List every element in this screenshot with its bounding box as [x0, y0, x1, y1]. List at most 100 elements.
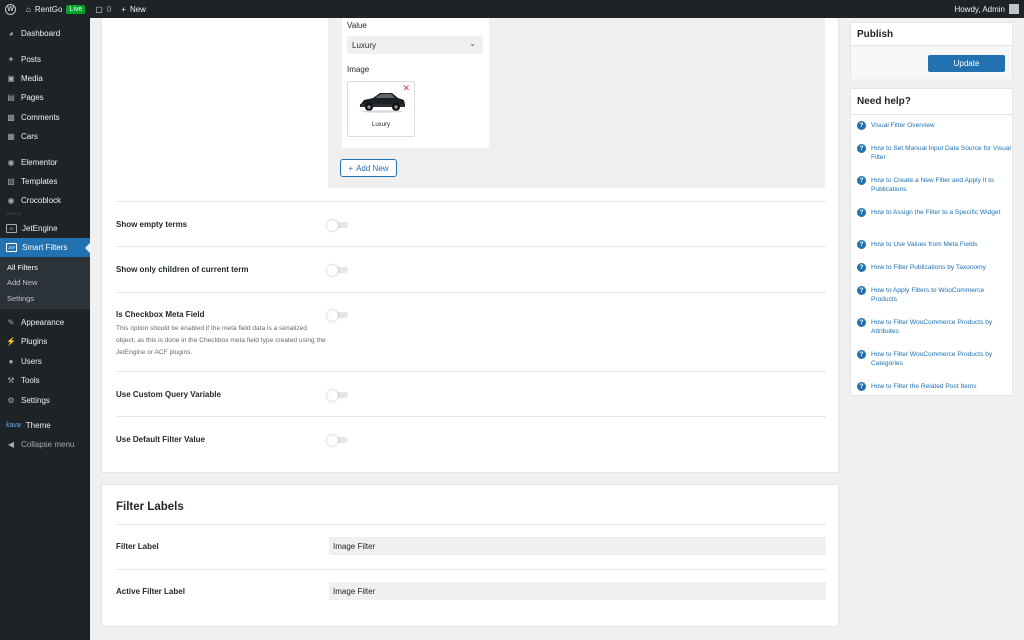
menu-settings[interactable]: ⚙ Settings [0, 390, 90, 409]
menu-label: Crocoblock [21, 196, 62, 206]
help-link-taxonomy[interactable]: ? How to Filter Publications by Taxonomy [857, 263, 1011, 272]
help-link-woocommerce-products[interactable]: ? How to Apply Filters to WooCommerce Pr… [857, 286, 1011, 304]
menu-comments[interactable]: ▩ Comments [0, 108, 90, 127]
help-link-visual-filter-overview[interactable]: ? Visual Filter Overview [857, 121, 1011, 130]
site-name-menu[interactable]: ⌂ RentGo Live [21, 0, 90, 18]
new-content-menu[interactable]: + New [116, 0, 151, 18]
comment-icon: ▩ [7, 112, 15, 122]
menu-appearance[interactable]: ✎ Appearance [0, 313, 90, 332]
help-link-text: How to Filter the Related Post Items [871, 383, 977, 390]
menu-cars[interactable]: ▦ Cars [0, 127, 90, 146]
question-icon: ? [857, 263, 866, 272]
setting-row-children-only: Show only children of current term [116, 246, 826, 292]
wordpress-logo-icon: W [5, 3, 16, 15]
default-filter-value-toggle[interactable] [327, 434, 348, 446]
wordpress-logo-menu[interactable]: W [0, 0, 21, 18]
menu-users[interactable]: ● Users [0, 352, 90, 371]
help-link-text: Visual Filter Overview [871, 122, 935, 129]
menu-label: Dashboard [21, 29, 61, 39]
filter-label-row: Filter Label Image Filter [116, 537, 826, 557]
filter-label-input[interactable]: Image Filter [329, 537, 826, 555]
help-link-woocommerce-categories[interactable]: ? How to Filter WooCommerce Products by … [857, 350, 1011, 368]
submenu-add-new[interactable]: Add New [0, 275, 90, 291]
help-link-manual-input[interactable]: ? How to Set Manual Input Data Source fo… [857, 144, 1011, 162]
menu-label: Comments [21, 112, 60, 122]
children-only-toggle[interactable] [327, 264, 348, 276]
crocoblock-separator: CROCO [0, 211, 90, 219]
value-select[interactable]: Luxury ⌄ [347, 36, 483, 54]
help-link-related-posts[interactable]: ? How to Filter the Related Post Items [857, 382, 1011, 391]
collapse-arrow-icon: ◀ [7, 440, 15, 450]
crocoblock-icon: ◉ [7, 196, 15, 206]
question-icon: ? [857, 382, 866, 391]
filter-labels-panel: Filter Labels Filter Label Image Filter … [101, 484, 839, 627]
help-link-create-filter[interactable]: ? How to Create a New Filter and Apply I… [857, 176, 1011, 194]
options-repeater: Value Luxury ⌄ Image ✕ Luxury + Add New [328, 18, 825, 188]
menu-pages[interactable]: ▤ Pages [0, 88, 90, 107]
menu-label: Collapse menu [21, 440, 75, 450]
update-button[interactable]: Update [928, 55, 1005, 72]
menu-media[interactable]: ▣ Media [0, 69, 90, 88]
dashboard-icon: ◕ [8, 29, 14, 39]
help-link-assign-widget[interactable]: ? How to Assign the Filter to a Specific… [857, 208, 1011, 217]
help-link-text: How to Apply Filters to WooCommerce Prod… [871, 287, 985, 303]
menu-label: Cars [21, 132, 38, 142]
menu-plugins[interactable]: ⚡ Plugins [0, 332, 90, 351]
setting-row-show-empty-terms: Show empty terms [116, 201, 826, 246]
add-new-option-button[interactable]: + Add New [340, 159, 397, 177]
menu-label: Plugins [21, 337, 48, 347]
menu-label: Users [21, 356, 42, 366]
setting-label: Show only children of current term [116, 265, 249, 274]
help-link-text: How to Create a New Filter and Apply It … [871, 177, 994, 193]
collapse-menu-button[interactable]: ◀ Collapse menu [0, 435, 90, 454]
menu-templates[interactable]: ▧ Templates [0, 172, 90, 191]
menu-label: Posts [21, 54, 42, 64]
question-icon: ? [857, 121, 866, 130]
menu-crocoblock[interactable]: ◉ Crocoblock [0, 191, 90, 210]
help-link-text: How to Filter WooCommerce Products by Ca… [871, 351, 993, 367]
help-link-text: How to Set Manual Input Data Source for … [871, 145, 1011, 161]
comment-bubble-icon: ▢ [95, 4, 103, 14]
home-icon: ⌂ [26, 4, 31, 14]
value-label: Value [347, 21, 367, 30]
help-link-text: How to Filter Publications by Taxonomy [871, 264, 986, 271]
menu-label: Theme [25, 420, 51, 430]
avatar [1009, 4, 1019, 14]
menu-jetengine[interactable]: JE JetEngine [0, 219, 90, 238]
help-link-meta-fields[interactable]: ? How to Use Values from Meta Fields [857, 240, 1011, 249]
remove-image-icon[interactable]: ✕ [402, 84, 410, 93]
admin-bar: W ⌂ RentGo Live ▢ 0 + New Howdy, Admin [0, 0, 1024, 18]
menu-elementor[interactable]: ◉ Elementor [0, 152, 90, 171]
menu-label: Templates [21, 176, 58, 186]
new-content-label: New [129, 4, 146, 14]
setting-row-custom-query-var: Use Custom Query Variable [116, 371, 826, 416]
help-title: Need help? [851, 89, 1012, 115]
submenu-settings[interactable]: Settings [0, 290, 90, 306]
menu-theme[interactable]: kava Theme [0, 416, 90, 435]
comments-menu[interactable]: ▢ 0 [90, 0, 116, 18]
image-label: Image [347, 65, 370, 74]
custom-query-var-toggle[interactable] [327, 389, 348, 401]
help-link-woocommerce-attributes[interactable]: ? How to Filter WooCommerce Products by … [857, 318, 1011, 336]
show-empty-terms-toggle[interactable] [327, 219, 348, 231]
toggle-knob [327, 309, 338, 321]
live-badge: Live [66, 4, 86, 14]
menu-tools[interactable]: ⚒ Tools [0, 371, 90, 390]
separator-label: CROCO [6, 210, 21, 216]
checkbox-meta-toggle[interactable] [327, 309, 348, 321]
menu-posts[interactable]: ✦ Posts [0, 49, 90, 68]
image-caption: Luxury [371, 122, 390, 128]
my-account-menu[interactable]: Howdy, Admin [949, 0, 1024, 18]
help-link-text: How to Assign the Filter to a Specific W… [871, 209, 1001, 216]
media-icon: ▣ [7, 73, 15, 83]
menu-dashboard[interactable]: ◕ Dashboard [0, 24, 90, 43]
page-icon: ▤ [7, 93, 15, 103]
active-filter-label-input[interactable]: Image Filter [329, 582, 826, 600]
pin-icon: ✦ [7, 54, 15, 64]
elementor-icon: ◉ [7, 157, 15, 167]
plugin-icon: ⚡ [6, 337, 16, 347]
add-new-label: Add New [356, 163, 389, 173]
submenu-all-filters[interactable]: All Filters [0, 259, 90, 275]
image-thumbnail[interactable]: ✕ Luxury [347, 81, 415, 137]
menu-smart-filters[interactable]: JSF Smart Filters [0, 237, 90, 258]
